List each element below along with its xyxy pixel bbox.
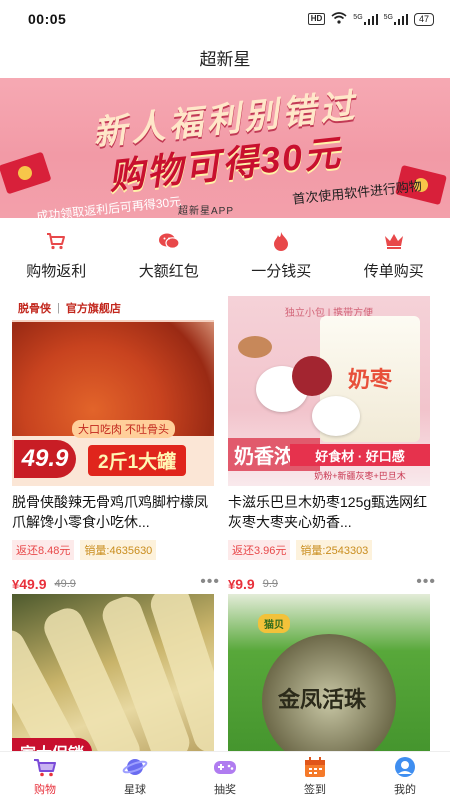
current-price: 9.9 bbox=[235, 576, 255, 592]
hd-icon: HD bbox=[307, 13, 326, 25]
signal-icon-1: 5G bbox=[353, 13, 378, 25]
product-tags: 返还8.48元 销量:4635630 bbox=[12, 540, 214, 560]
nav-item-shopping[interactable]: 购物 bbox=[0, 752, 90, 800]
bottom-nav: 购物 星球 抽奖 签到 我的 bbox=[0, 751, 450, 800]
sales-badge: 销量:2543303 bbox=[296, 540, 373, 560]
product-image: 独立小包 | 携带方便 奶枣 奶香浓郁 好食材 · 好口感 奶粉+新疆灰枣+巴旦… bbox=[228, 296, 430, 486]
nav-label: 抽奖 bbox=[214, 783, 236, 796]
nav-item-planet[interactable]: 星球 bbox=[90, 752, 180, 800]
package-label: 奶枣 bbox=[348, 367, 393, 392]
status-bar: 00:05 HD 5G 5G 47 bbox=[0, 0, 450, 38]
more-icon[interactable]: ••• bbox=[200, 574, 220, 590]
image-slogan: 大口吃肉 不吐骨头 bbox=[72, 420, 176, 438]
price-row: ¥ 9.9 9.9 ••• bbox=[228, 574, 435, 593]
gamepad-icon bbox=[212, 756, 238, 778]
product-image: 家大促销 bbox=[12, 594, 214, 751]
product-card[interactable]: 家大促销 bbox=[12, 594, 214, 751]
signal-icon-2: 5G bbox=[384, 13, 408, 25]
page-title: 超新星 bbox=[199, 49, 251, 69]
product-image: 脱骨侠 | 官方旗舰店 大口吃肉 不吐骨头 49.9 2斤1大罐 bbox=[12, 296, 214, 486]
product-card[interactable]: 独立小包 | 携带方便 奶枣 奶香浓郁 好食材 · 好口感 奶粉+新疆灰枣+巴旦… bbox=[228, 296, 435, 593]
store-name: 官方旗舰店 bbox=[65, 303, 121, 315]
nav-label: 签到 bbox=[304, 783, 326, 796]
category-flyer-buy[interactable]: 传单购买 bbox=[338, 230, 450, 286]
category-label: 传单购买 bbox=[363, 263, 424, 280]
sales-badge: 销量:4635630 bbox=[80, 540, 157, 560]
nav-label: 购物 bbox=[34, 783, 56, 796]
nav-label: 星球 bbox=[124, 783, 146, 796]
product-grid: 脱骨侠 | 官方旗舰店 大口吃肉 不吐骨头 49.9 2斤1大罐 脱骨侠酸辣无骨… bbox=[0, 296, 450, 751]
nav-item-lottery[interactable]: 抽奖 bbox=[180, 752, 270, 800]
nav-label: 我的 bbox=[394, 783, 416, 796]
original-price: 49.9 bbox=[54, 578, 76, 590]
product-card[interactable]: 脱骨侠 | 官方旗舰店 大口吃肉 不吐骨头 49.9 2斤1大罐 脱骨侠酸辣无骨… bbox=[12, 296, 219, 593]
category-shopping-rebate[interactable]: 购物返利 bbox=[0, 230, 113, 286]
profile-icon bbox=[392, 756, 418, 778]
category-row: 购物返利 大额红包 一分钱买 传单购买 bbox=[0, 230, 450, 286]
product-title: 卡滋乐巴旦木奶枣125g甄选网红灰枣大枣夹心奶香... bbox=[228, 494, 428, 530]
price-symbol: ¥ bbox=[228, 576, 236, 592]
image-promo: 家大促销 bbox=[12, 738, 93, 751]
product-tags: 返还3.96元 销量:2543303 bbox=[228, 540, 430, 560]
price-row: ¥ 49.9 49.9 ••• bbox=[12, 574, 219, 593]
image-ingredients: 奶粉+新疆灰枣+巴旦木 bbox=[314, 471, 406, 481]
product-title: 脱骨侠酸辣无骨鸡爪鸡脚柠檬凤爪解馋小零食小吃休... bbox=[12, 494, 208, 530]
planet-icon bbox=[122, 756, 148, 778]
rebate-badge: 返还3.96元 bbox=[228, 540, 291, 560]
package-label: 金凤活珠 bbox=[278, 687, 367, 712]
image-promo: 2斤1大罐 bbox=[88, 445, 187, 476]
nut-image bbox=[238, 336, 272, 358]
nut-image bbox=[312, 396, 360, 436]
category-label: 大额红包 bbox=[138, 263, 199, 280]
nut-image bbox=[292, 356, 332, 396]
image-band: 好食材 · 好口感 bbox=[290, 444, 430, 466]
category-label: 购物返利 bbox=[26, 263, 87, 280]
image-price-badge: 49.9 bbox=[14, 440, 76, 478]
current-price: 49.9 bbox=[19, 576, 47, 592]
category-one-cent[interactable]: 一分钱买 bbox=[225, 230, 338, 286]
price-symbol: ¥ bbox=[12, 576, 20, 592]
original-price: 9.9 bbox=[262, 578, 278, 590]
more-icon[interactable]: ••• bbox=[416, 574, 436, 590]
category-label: 一分钱买 bbox=[251, 263, 312, 280]
banner-logo: 超新星APP bbox=[178, 206, 235, 217]
flame-icon bbox=[270, 230, 292, 252]
brand-logo: 脱骨侠 bbox=[18, 303, 51, 315]
wifi-icon bbox=[331, 12, 347, 26]
product-image: 猫贝 金凤活珠 bbox=[228, 594, 430, 751]
calendar-icon bbox=[302, 756, 328, 778]
product-card[interactable]: 猫贝 金凤活珠 bbox=[228, 594, 430, 751]
banner-subtitle: 首次使用软件进行购物 bbox=[291, 178, 423, 207]
status-icons: HD 5G 5G 47 bbox=[307, 12, 434, 26]
status-time: 00:05 bbox=[28, 11, 67, 27]
nav-item-checkin[interactable]: 签到 bbox=[270, 752, 360, 800]
category-big-red-envelope[interactable]: 大额红包 bbox=[113, 230, 226, 286]
brand-header: 脱骨侠 | 官方旗舰店 bbox=[12, 296, 214, 322]
brand-logo: 猫贝 bbox=[258, 614, 290, 633]
crown-icon bbox=[383, 230, 405, 252]
promo-banner[interactable]: 新人福利别错过 购物可得30元 首次使用软件进行购物 成功领取返利后可再得30元… bbox=[0, 78, 450, 218]
cart-icon bbox=[45, 230, 67, 252]
shopping-bag-icon bbox=[32, 756, 58, 778]
nav-item-mine[interactable]: 我的 bbox=[360, 752, 450, 800]
battery-icon: 47 bbox=[413, 12, 434, 26]
wechat-icon bbox=[158, 230, 180, 252]
rebate-badge: 返还8.48元 bbox=[12, 540, 75, 560]
